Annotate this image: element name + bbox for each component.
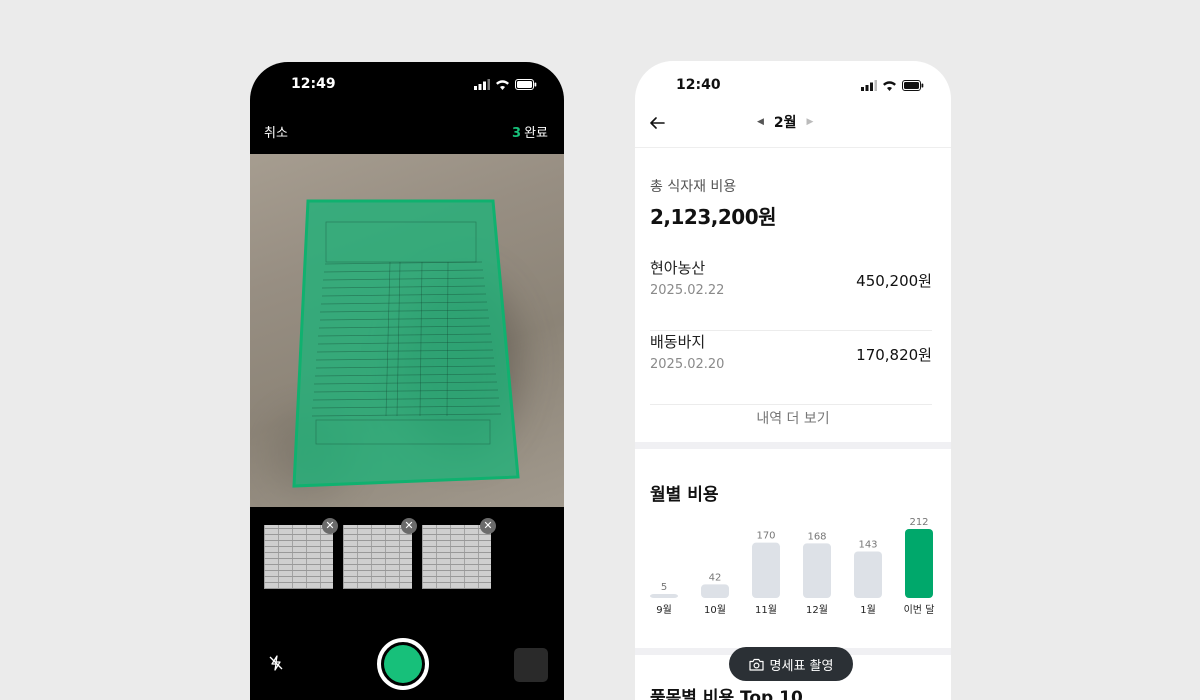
bar-value-label: 212 [909,517,928,528]
transaction-item[interactable]: 현아농산 2025.02.22 450,200원 [650,257,932,331]
bar [701,584,729,598]
signal-icon [861,80,877,91]
monthly-cost-title: 월별 비용 [650,485,719,505]
bar-category-label: 10월 [704,604,726,616]
remove-icon[interactable]: ✕ [480,518,496,534]
bar [650,594,678,598]
remove-icon[interactable]: ✕ [322,518,338,534]
done-label: 완료 [524,126,548,141]
captured-thumbnail[interactable]: ✕ [343,518,417,589]
scan-statement-button[interactable]: 명세표 촬영 [729,647,853,681]
camera-phone: 12:49 취소 3 완료 ✕ ✕ ✕ [250,62,564,700]
bar-value-label: 168 [807,531,826,542]
flash-off-icon[interactable] [268,655,284,671]
section-divider [635,442,951,449]
bar-value-label: 5 [661,582,667,593]
divider [635,147,951,148]
shutter-button[interactable] [377,638,429,690]
bar-value-label: 170 [756,531,775,542]
vendor-name: 현아농산 [650,259,706,277]
status-time: 12:49 [291,76,336,92]
status-bar: 12:49 [250,62,564,108]
captured-thumbnail[interactable]: ✕ [264,518,338,589]
divider [650,404,932,405]
done-count: 3 [512,126,522,141]
bar-value-label: 42 [709,572,722,583]
bar [905,529,933,598]
scan-button-label: 명세표 촬영 [769,658,834,674]
status-time: 12:40 [676,77,721,93]
more-history-link[interactable]: 내역 더 보기 [635,408,951,428]
bar [854,551,882,598]
bar-category-label: 11월 [755,604,777,616]
transaction-date: 2025.02.20 [650,357,725,372]
transaction-amount: 170,820원 [856,346,932,364]
transaction-item[interactable]: 배동바지 2025.02.20 170,820원 [650,331,932,405]
bar-category-label: 12월 [806,604,828,616]
status-icons [861,80,924,91]
transaction-amount: 450,200원 [856,272,932,290]
total-label: 총 식자재 비용 [650,179,737,195]
wifi-icon [496,80,509,90]
top10-title: 품목별 비용 Top 10 [650,688,803,700]
done-button[interactable]: 3 완료 [512,122,548,141]
vendor-name: 배동바지 [650,333,706,351]
captured-thumbnails: ✕ ✕ ✕ [264,518,496,589]
bar [752,542,780,598]
camera-viewfinder[interactable] [250,154,564,507]
gallery-button[interactable] [514,648,548,682]
bar-value-label: 143 [858,539,877,550]
wifi-icon [883,81,896,91]
captured-thumbnail[interactable]: ✕ [422,518,496,589]
transaction-date: 2025.02.22 [650,283,725,298]
month-label: 2월 [773,115,797,131]
bar-category-label: 1월 [860,604,876,616]
back-arrow-icon[interactable] [649,115,665,131]
remove-icon[interactable]: ✕ [401,518,417,534]
top-nav: ◀ 2월 ▶ [635,111,951,135]
battery-icon [515,79,537,90]
bar-category-label: 이번 달 [904,604,935,616]
month-selector: ◀ 2월 ▶ [757,112,813,132]
prev-month-icon[interactable]: ◀ [757,117,764,127]
camera-icon [748,658,764,671]
cancel-button[interactable]: 취소 [264,122,288,141]
report-phone: 12:40 ◀ 2월 ▶ 총 식자재 비용 2,123,200원 현아농산 20… [635,61,951,700]
battery-icon [902,80,924,91]
bar-category-label: 9월 [656,604,672,616]
document-detection-overlay [292,199,520,488]
status-icons [474,79,537,90]
bar [803,543,831,598]
camera-header: 취소 3 완료 [250,118,564,142]
total-value: 2,123,200원 [650,205,777,229]
next-month-icon[interactable]: ▶ [807,117,814,127]
signal-icon [474,79,490,90]
